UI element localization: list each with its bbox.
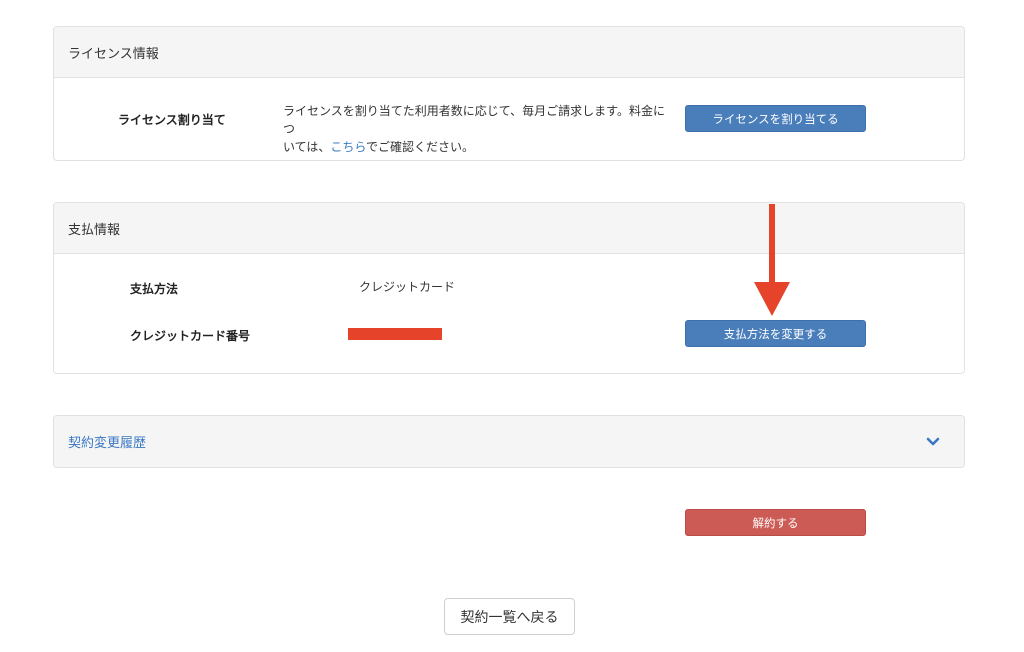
chevron-down-icon[interactable] xyxy=(926,437,940,447)
history-panel-title: 契約変更履歴 xyxy=(68,436,147,451)
history-panel-toggle[interactable]: 契約変更履歴 xyxy=(54,416,964,467)
payment-panel: 支払情報 支払方法 クレジットカード クレジットカード番号 支払方法を変更する xyxy=(53,202,965,374)
cancel-contract-button[interactable]: 解約する xyxy=(685,509,866,536)
payment-method-value: クレジットカード xyxy=(359,280,456,294)
license-description-line2: いては、こちらでご確認ください。 xyxy=(283,140,475,154)
pricing-link[interactable]: こちら xyxy=(330,140,366,154)
license-panel: ライセンス情報 ライセンス割り当て ライセンスを割り当てた利用者数に応じて、毎月… xyxy=(53,26,965,161)
payment-panel-title: 支払情報 xyxy=(54,203,964,254)
history-panel: 契約変更履歴 xyxy=(53,415,965,468)
license-panel-title: ライセンス情報 xyxy=(54,27,964,78)
assign-license-button[interactable]: ライセンスを割り当てる xyxy=(685,105,866,132)
back-to-contract-list-button[interactable]: 契約一覧へ戻る xyxy=(444,598,575,635)
license-description: ライセンスを割り当てた利用者数に応じて、毎月ご請求します。料金につ いては、こち… xyxy=(283,102,673,156)
change-payment-method-button[interactable]: 支払方法を変更する xyxy=(685,320,866,347)
card-number-redaction xyxy=(348,328,442,340)
payment-method-label: 支払方法 xyxy=(130,282,179,296)
arrow-down-icon xyxy=(754,204,790,316)
license-description-line1: ライセンスを割り当てた利用者数に応じて、毎月ご請求します。料金につ xyxy=(283,104,665,136)
contract-detail-page: ライセンス情報 ライセンス割り当て ライセンスを割り当てた利用者数に応じて、毎月… xyxy=(0,0,1024,652)
card-number-label: クレジットカード番号 xyxy=(130,329,251,343)
license-assign-label: ライセンス割り当て xyxy=(118,113,226,127)
